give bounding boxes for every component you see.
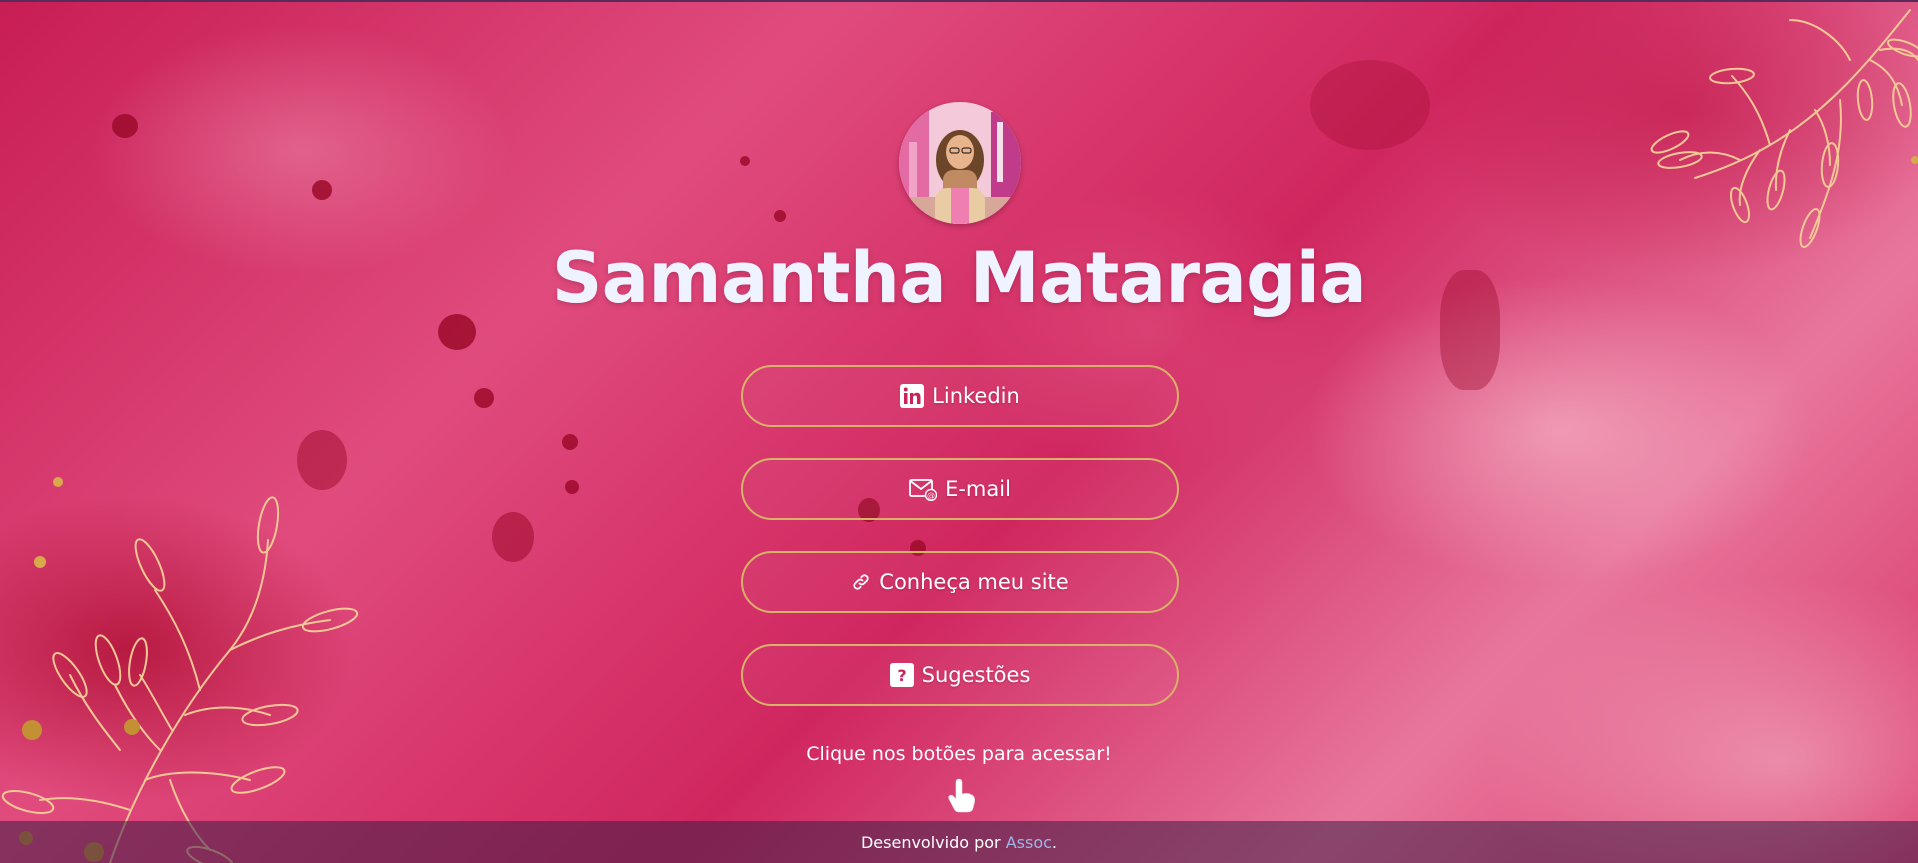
suggestions-button-label: Sugestões [921,663,1031,687]
link-icon [851,572,871,592]
svg-text:?: ? [897,666,906,685]
linkedin-button[interactable]: Linkedin [741,365,1179,427]
footer-prefix: Desenvolvido por [860,832,1006,852]
linkedin-icon [900,384,925,408]
question-icon: ? [889,663,914,687]
link-buttons: Linkedin @ E-mail Conheça meu site ? Sug… [741,365,1179,737]
gold-branch-top-right-decoration [1650,9,1918,248]
footer-assoc-link[interactable]: Assoc [1006,833,1052,852]
email-button-label: E-mail [945,477,1011,501]
top-border [0,0,1918,2]
linkedin-button-label: Linkedin [932,384,1020,408]
suggestions-button[interactable]: ? Sugestões [741,644,1179,706]
email-icon: @ [909,477,938,501]
website-button[interactable]: Conheça meu site [741,551,1179,613]
footer: Desenvolvido por Assoc . [0,821,1918,863]
svg-text:@: @ [927,491,935,500]
gold-branch-bottom-left-decoration [1,477,359,863]
profile-photo [899,102,1021,224]
email-button[interactable]: @ E-mail [741,458,1179,520]
hint-text: Clique nos botões para acessar! [806,743,1112,765]
profile-name: Samantha Mataragia [551,237,1367,319]
website-button-label: Conheça meu site [879,570,1069,594]
footer-suffix: . [1051,832,1058,852]
profile-avatar [899,102,1021,224]
pointing-hand-icon [946,778,978,814]
